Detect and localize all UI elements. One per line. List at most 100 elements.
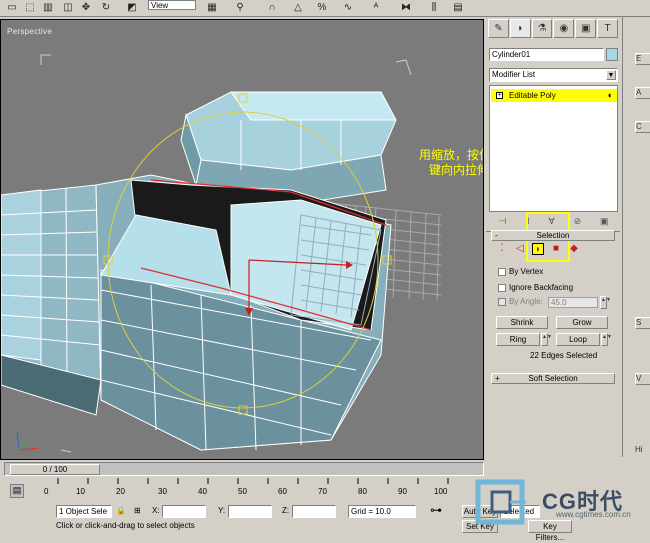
logo-url: www.cgtimes.com.cn — [556, 510, 631, 519]
rotate-icon[interactable]: ↻ — [98, 0, 114, 14]
expand-icon: + — [495, 374, 500, 383]
tick-80: 80 — [358, 487, 367, 496]
ignore-backfacing-row[interactable]: Ignore Backfacing — [498, 283, 573, 293]
perspective-viewport[interactable]: Perspective 用缩放，按住shift 键向内拉伸。 — [0, 19, 484, 460]
hierarchy-tab[interactable]: ⚗ — [531, 19, 553, 38]
x-coordinate-field[interactable] — [162, 505, 206, 518]
align-icon[interactable]: ⫼ — [426, 0, 442, 14]
lock-selection-icon[interactable]: 🔒 — [114, 505, 128, 518]
stack-item-label: Editable Poly — [509, 91, 556, 100]
utilities-tab[interactable]: T — [597, 19, 618, 38]
object-color-swatch[interactable] — [606, 48, 618, 61]
selection-count-field: 1 Object Sele — [56, 505, 112, 518]
lightbulb-icon[interactable]: ◐ — [608, 89, 613, 102]
by-angle-row: By Angle: — [498, 297, 543, 307]
edit-named-selection-icon[interactable]: ᴬ — [368, 0, 384, 14]
tick-40: 40 — [198, 487, 207, 496]
logo-graphic — [475, 479, 526, 525]
mirror-icon[interactable]: ⧓ — [398, 0, 414, 14]
by-angle-spinner: ▲▼ — [600, 296, 611, 309]
shrink-button[interactable]: Shrink — [496, 316, 548, 329]
ring-spinner[interactable]: ▲▼ — [541, 333, 552, 346]
loop-spinner[interactable]: ▲▼ — [601, 333, 612, 346]
viewport-scene — [1, 54, 442, 453]
timeline-ruler[interactable]: ▤ 0 10 20 30 40 50 60 70 80 90 100 — [0, 478, 470, 500]
tick-50: 50 — [238, 487, 247, 496]
element-icon[interactable]: ◆ — [568, 243, 580, 255]
window-crossing-toggle-icon[interactable]: ◫ — [60, 0, 76, 14]
modifier-stack[interactable]: + Editable Poly ◐ — [489, 85, 618, 212]
scale-icon[interactable]: ◩ — [124, 0, 140, 14]
spinner-snap-icon[interactable]: ∿ — [340, 0, 356, 14]
absolute-mode-icon[interactable]: ⊞ — [132, 505, 144, 518]
note-line-2: 键向内拉伸。 — [429, 163, 483, 177]
z-coordinate-field[interactable] — [292, 505, 336, 518]
tick-20: 20 — [116, 487, 125, 496]
time-slider-thumb[interactable]: 0 / 100 — [10, 464, 100, 475]
strip-item-5[interactable]: V — [635, 373, 650, 385]
modifier-list-label: Modifier List — [492, 70, 536, 79]
note-line-1: 用缩放，按住shift — [419, 148, 483, 162]
by-vertex-checkbox[interactable] — [498, 267, 506, 276]
border-icon[interactable]: ◗ — [532, 243, 544, 255]
reference-coordinate-dropdown[interactable]: View — [148, 0, 196, 10]
axis-tripod — [16, 431, 40, 451]
edge-icon[interactable]: ◁ — [514, 243, 526, 255]
strip-item-2[interactable]: A — [635, 87, 650, 99]
ignore-backfacing-checkbox[interactable] — [498, 283, 506, 292]
polygon-icon[interactable]: ■ — [550, 243, 562, 255]
layer-manager-icon[interactable]: ▤ — [450, 0, 466, 14]
modify-tab[interactable]: ◗ — [509, 19, 531, 38]
pin-stack-icon[interactable]: ⊣ — [498, 216, 506, 227]
strip-item-1[interactable]: E — [635, 53, 650, 65]
select-by-name-icon[interactable]: ▥ — [40, 0, 56, 14]
y-coordinate-field[interactable] — [228, 505, 272, 518]
configure-sets-icon[interactable]: ▣ — [600, 216, 609, 227]
loop-button[interactable]: Loop — [556, 333, 600, 346]
soft-selection-rollout-header[interactable]: + Soft Selection — [491, 373, 615, 384]
create-tab[interactable]: ✎ — [488, 19, 509, 38]
modifier-list-dropdown[interactable]: Modifier List ▼ — [489, 68, 618, 82]
collapse-icon: - — [495, 231, 498, 240]
tick-70: 70 — [318, 487, 327, 496]
grow-button[interactable]: Grow — [556, 316, 608, 329]
timeline-configure-icon[interactable]: ▤ — [10, 484, 24, 498]
display-tab[interactable]: ▣ — [575, 19, 597, 38]
by-angle-field: 45.0 — [548, 297, 598, 308]
vertex-icon[interactable]: ⁚ — [496, 243, 508, 255]
motion-tab[interactable]: ◉ — [553, 19, 575, 38]
window-crossing-icon[interactable]: ⬚ — [22, 0, 38, 14]
tick-30: 30 — [158, 487, 167, 496]
select-region-icon[interactable]: ▭ — [4, 0, 20, 14]
ignore-backfacing-label: Ignore Backfacing — [509, 283, 574, 292]
ring-button[interactable]: Ring — [496, 333, 540, 346]
remove-modifier-icon[interactable]: ⊘ — [574, 216, 582, 227]
object-name-field[interactable]: Cylinder01 — [489, 48, 604, 61]
z-label: Z: — [282, 506, 290, 515]
soft-selection-title: Soft Selection — [528, 374, 578, 383]
command-panel: ✎ ◗ ⚗ ◉ ▣ T Cylinder01 Modifier List ▼ +… — [486, 17, 620, 457]
by-vertex-row[interactable]: By Vertex — [498, 267, 543, 277]
dropdown-arrow-icon[interactable]: ▼ — [606, 70, 616, 80]
pivot-icon[interactable]: ▦ — [204, 0, 220, 14]
main-toolbar: ▭ ⬚ ▥ ◫ ✥ ↻ ◩ View ▦ ⚲ ∩ △ % ∿ ᴬ ⧓ ⫼ ▤ — [0, 0, 650, 17]
strip-item-4[interactable]: S — [635, 317, 650, 329]
stack-item-editable-poly[interactable]: + Editable Poly ◐ — [491, 89, 617, 102]
tick-100: 100 — [434, 487, 448, 496]
instruction-note: 用缩放，按住shift 键向内拉伸。 — [419, 148, 483, 178]
percent-snap-icon[interactable]: % — [314, 0, 330, 14]
viewport-label[interactable]: Perspective — [7, 27, 52, 36]
expand-plus-icon[interactable]: + — [496, 92, 503, 99]
by-angle-label: By Angle: — [509, 297, 543, 306]
subobject-icons: ⁚ ◁ ◗ ■ ◆ — [496, 243, 606, 257]
tick-0: 0 — [44, 487, 49, 496]
secondary-panel-strip: E A C S V Hi — [622, 17, 650, 457]
time-slider-track[interactable]: 0 / 100 — [4, 462, 484, 476]
move-icon[interactable]: ✥ — [78, 0, 94, 14]
select-manipulate-icon[interactable]: ⚲ — [232, 0, 248, 14]
angle-snap-icon[interactable]: △ — [290, 0, 306, 14]
set-key-icon[interactable]: ⊶ — [428, 504, 452, 518]
strip-item-3[interactable]: C — [635, 121, 650, 133]
snap-toggle-icon[interactable]: ∩ — [264, 0, 280, 14]
selection-rollout-header[interactable]: - Selection — [491, 230, 615, 241]
